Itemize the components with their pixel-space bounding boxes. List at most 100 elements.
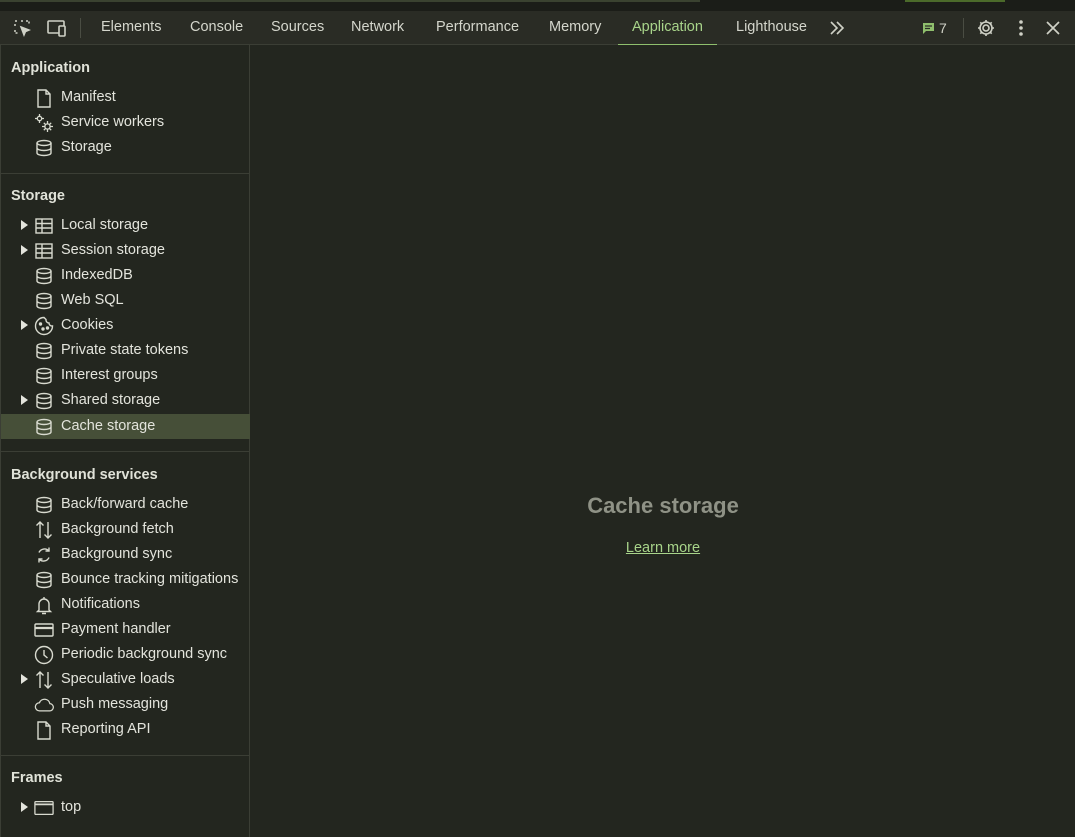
sidebar-item-label: IndexedDB [61,267,133,283]
sidebar-item-bounce-tracking-mitigations[interactable]: Bounce tracking mitigations [1,567,250,592]
database-icon [34,138,54,158]
sidebar-item-shared-storage[interactable]: Shared storage [1,388,250,413]
sidebar-item-reporting-api[interactable]: Reporting API [1,717,250,742]
document-icon [34,88,54,108]
database-icon [34,366,54,386]
sidebar-item-label: Background sync [61,546,173,562]
window-top-strip [0,0,1075,11]
credit-card-icon [34,620,54,640]
sidebar-item-cookies[interactable]: Cookies [1,313,250,338]
frame-icon [34,798,54,818]
sidebar-item-label: Local storage [61,217,149,233]
sidebar-item-label: Bounce tracking mitigations [61,571,239,587]
sidebar-item-label: Manifest [61,89,116,105]
sidebar-item-payment-handler[interactable]: Payment handler [1,617,250,642]
issues-icon [923,22,934,34]
database-icon [34,291,54,311]
tab-performance[interactable]: Performance [436,11,519,45]
sidebar-item-label: Reporting API [61,721,151,737]
sidebar-item-label: Web SQL [61,292,124,308]
sidebar-item-web-sql[interactable]: Web SQL [1,288,250,313]
expand-caret-icon[interactable] [21,320,28,330]
sidebar-item-manifest[interactable]: Manifest [1,85,250,110]
database-icon [34,341,54,361]
tab-memory[interactable]: Memory [549,11,601,45]
database-icon [34,570,54,590]
tab-application[interactable]: Application [618,11,717,46]
cookie-icon [34,316,54,336]
sidebar-item-speculative-loads[interactable]: Speculative loads [1,667,250,692]
sidebar-item-frame-top[interactable]: top [1,795,250,820]
expand-caret-icon[interactable] [21,220,28,230]
sidebar-item-background-sync[interactable]: Background sync [1,542,250,567]
document-icon [34,720,54,740]
sidebar-item-label: Back/forward cache [61,496,189,512]
tab-lighthouse[interactable]: Lighthouse [736,11,807,45]
sidebar-item-storage[interactable]: Storage [1,135,250,160]
sidebar-item-indexeddb[interactable]: IndexedDB [1,263,250,288]
sidebar-item-push-messaging[interactable]: Push messaging [1,692,250,717]
database-icon [34,266,54,286]
main-panel: Cache storage Learn more [251,45,1075,837]
sidebar-item-private-state-tokens[interactable]: Private state tokens [1,338,250,363]
sidebar-item-label: Session storage [61,242,165,258]
sidebar-item-service-workers[interactable]: Service workers [1,110,250,135]
up-down-arrows-icon [34,670,54,690]
sidebar-item-label: Speculative loads [61,671,175,687]
table-icon [34,216,54,236]
sidebar-item-label: Periodic background sync [61,646,228,662]
more-tabs-icon[interactable] [825,16,849,40]
table-icon [34,241,54,261]
database-icon [34,417,54,437]
section-title-application: Application [11,60,90,76]
sidebar-item-label: Background fetch [61,521,174,537]
settings-icon[interactable] [974,16,998,40]
expand-caret-icon[interactable] [21,802,28,812]
sidebar-item-periodic-background-sync[interactable]: Periodic background sync [1,642,250,667]
inspect-element-icon[interactable] [10,16,34,40]
sidebar-item-notifications[interactable]: Notifications [1,592,250,617]
sidebar-item-interest-groups[interactable]: Interest groups [1,363,250,388]
issues-counter[interactable]: 7 [922,19,947,37]
sidebar-item-label: Notifications [61,596,140,612]
expand-caret-icon[interactable] [21,245,28,255]
issues-count: 7 [939,20,947,36]
sidebar-item-label: Cookies [61,317,114,333]
page-title: Cache storage [587,493,739,518]
sidebar-item-local-storage[interactable]: Local storage [1,213,250,238]
sidebar-item-background-fetch[interactable]: Background fetch [1,517,250,542]
tab-elements[interactable]: Elements [101,11,161,45]
sidebar: Application Manifest Service workers Sto… [0,45,250,837]
sidebar-item-label: Private state tokens [61,342,189,358]
section-title-frames: Frames [11,770,63,786]
sidebar-item-cache-storage[interactable]: Cache storage [1,414,250,439]
tab-sources[interactable]: Sources [271,11,324,45]
sidebar-item-label: Storage [61,139,112,155]
sidebar-item-label: Cache storage [61,418,156,434]
device-toolbar-icon[interactable] [45,16,69,40]
section-divider [1,755,250,756]
devtools-toolbar: Elements Console Sources Network Perform… [0,11,1075,46]
database-icon [34,495,54,515]
expand-caret-icon[interactable] [21,395,28,405]
sidebar-item-label: Shared storage [61,392,161,408]
sidebar-item-session-storage[interactable]: Session storage [1,238,250,263]
gears-icon [34,113,54,133]
bell-icon [34,595,54,615]
clock-icon [34,645,54,665]
learn-more-link[interactable]: Learn more [626,540,700,556]
sync-icon [34,545,54,565]
tab-console[interactable]: Console [190,11,243,45]
kebab-menu-icon[interactable] [1009,16,1033,40]
sidebar-item-label: top [61,799,82,815]
up-down-arrows-icon [34,520,54,540]
section-title-storage: Storage [11,188,65,204]
sidebar-item-back-forward-cache[interactable]: Back/forward cache [1,492,250,517]
database-icon [34,391,54,411]
sidebar-item-label: Payment handler [61,621,171,637]
section-divider [1,451,250,452]
cloud-icon [34,695,54,715]
tab-network[interactable]: Network [351,11,404,45]
expand-caret-icon[interactable] [21,674,28,684]
close-icon[interactable] [1041,16,1065,40]
